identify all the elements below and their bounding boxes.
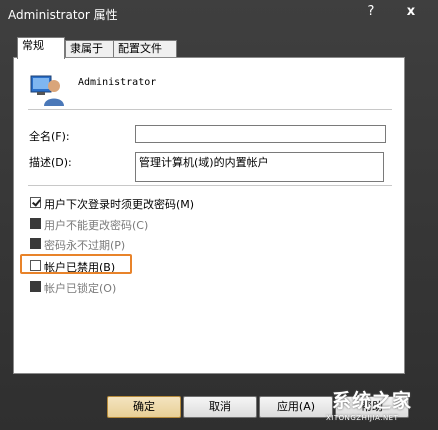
separator xyxy=(28,109,392,110)
window-title: Administrator 属性 xyxy=(8,8,118,22)
user-icon xyxy=(30,75,64,106)
checkbox-indeterminate-icon[interactable] xyxy=(30,281,41,292)
checkbox-label: 帐户已锁定(O) xyxy=(44,282,117,295)
ok-button[interactable]: 确定 xyxy=(107,396,181,418)
tab-general[interactable]: 常规 xyxy=(17,37,65,59)
checkbox-label: 密码永不过期(P) xyxy=(44,239,126,252)
help-title-button[interactable]: ? xyxy=(358,3,384,21)
tab-member-of[interactable]: 隶属于 xyxy=(65,40,117,58)
separator xyxy=(28,185,392,186)
checkbox-label: 用户下次登录时须更改密码(M) xyxy=(44,198,195,211)
checkbox-checked-icon[interactable] xyxy=(30,197,41,208)
tab-profile[interactable]: 配置文件 xyxy=(113,40,177,58)
user-name: Administrator xyxy=(78,77,157,88)
description-input[interactable]: 管理计算机(域)的内置帐户 xyxy=(135,152,384,182)
checkbox-indeterminate-icon[interactable] xyxy=(30,238,41,249)
description-label: 描述(D): xyxy=(29,156,72,169)
highlight-box xyxy=(20,254,132,274)
checkbox-indeterminate-icon[interactable] xyxy=(30,218,41,229)
title-bar: Administrator 属性 ? x xyxy=(0,0,438,26)
close-button[interactable]: x xyxy=(398,3,424,21)
watermark-text: 系统之家 xyxy=(332,390,413,412)
properties-window: Administrator 属性 ? x 常规 隶属于 配置文件 Adminis… xyxy=(0,0,438,430)
fullname-label: 全名(F): xyxy=(29,130,70,143)
watermark-url: XITONGZHIJIA.NET xyxy=(326,414,399,422)
fullname-input[interactable] xyxy=(135,125,386,143)
cancel-button[interactable]: 取消 xyxy=(183,396,257,418)
watermark-logo: 系统之家 XITONGZHIJIA.NET xyxy=(318,386,436,428)
checkbox-label: 用户不能更改密码(C) xyxy=(44,219,149,232)
general-panel: Administrator 全名(F): 描述(D): 管理计算机(域)的内置帐… xyxy=(13,57,405,374)
